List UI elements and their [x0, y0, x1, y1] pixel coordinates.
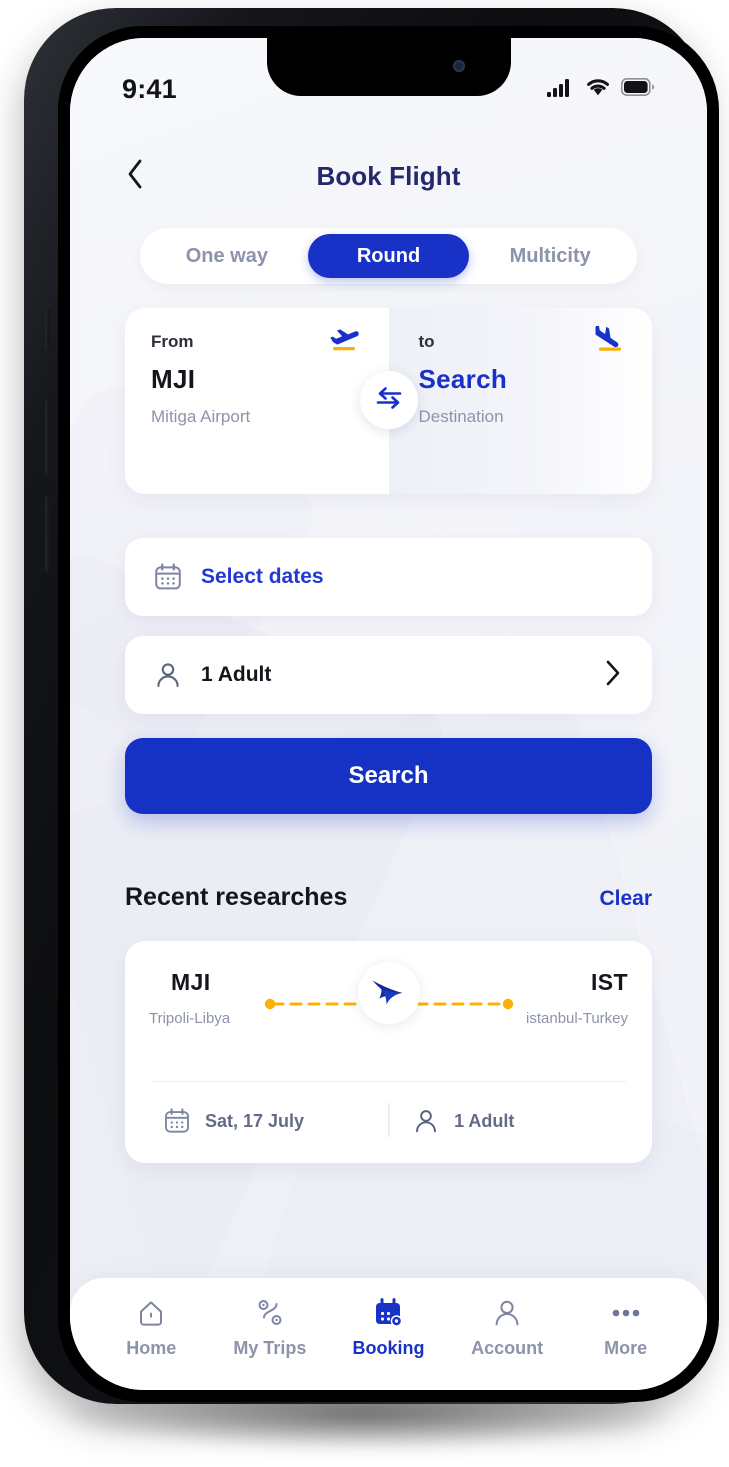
status-icons [547, 77, 655, 102]
recent-passengers-label: 1 Adult [454, 1110, 515, 1131]
search-button-label: Search [348, 762, 429, 789]
meta-separator [388, 1103, 389, 1137]
tab-one-way[interactable]: One way [146, 234, 308, 278]
chevron-left-icon [125, 158, 145, 195]
tab-round[interactable]: Round [307, 234, 470, 278]
swap-airports-button[interactable] [359, 371, 418, 429]
status-time: 9:41 [122, 73, 177, 104]
trip-type-segmented-control: One way Round Multicity [140, 228, 637, 284]
status-bar: 9:41 [70, 66, 707, 112]
silence-switch[interactable] [45, 308, 50, 350]
swap-horizontal-icon [374, 385, 404, 416]
page-title: Book Flight [316, 160, 461, 191]
nav-label-booking: Booking [352, 1338, 425, 1358]
nav-item-more[interactable]: More [572, 1296, 680, 1359]
person-icon [153, 660, 183, 690]
recent-route: MJI Tripoli-Libya IST istanbul-Turkey [125, 941, 652, 1079]
search-button[interactable]: Search [125, 738, 652, 814]
chevron-right-icon[interactable] [602, 658, 624, 693]
nav-label-home: Home [126, 1338, 177, 1358]
destination-panel[interactable]: to Search Destination [388, 308, 652, 494]
calendar-icon [153, 562, 183, 592]
recent-search-item[interactable]: MJI Tripoli-Libya IST istanbul-Turkey Sa… [125, 941, 652, 1163]
main-content: One way Round Multicity From MJI Mitiga … [70, 38, 707, 1390]
nav-label-account: Account [471, 1338, 544, 1358]
select-dates-label: Select dates [201, 565, 324, 588]
recent-date: Sat, 17 July [163, 1107, 304, 1135]
destination-code: Search [418, 364, 508, 394]
recent-card-divider [151, 1081, 626, 1082]
recent-origin-code: MJI [171, 969, 211, 995]
nav-item-my-trips[interactable]: My Trips [216, 1296, 324, 1359]
recent-researches-header: Recent researches Clear [125, 883, 652, 912]
passengers-row[interactable]: 1 Adult [125, 636, 652, 714]
app-header: Book Flight [70, 148, 707, 204]
destination-placeholder: Destination [418, 407, 504, 426]
select-dates-row[interactable]: Select dates [125, 538, 652, 616]
route-selector-card: From MJI Mitiga Airport to Search Destin… [125, 308, 652, 494]
origin-code: MJI [151, 364, 196, 394]
nav-label-more: More [604, 1338, 648, 1358]
nav-label-my-trips: My Trips [233, 1338, 307, 1358]
calendar-icon [163, 1107, 191, 1135]
person-icon [491, 1296, 523, 1330]
person-icon [412, 1107, 440, 1135]
volume-up-button[interactable] [45, 400, 50, 476]
origin-panel[interactable]: From MJI Mitiga Airport [125, 308, 389, 494]
home-icon [135, 1296, 167, 1330]
recent-destination-code: IST [591, 969, 628, 995]
phone-frame: 9:41 Book Flight One way Round Multicity… [24, 8, 719, 1404]
back-button[interactable] [118, 159, 152, 193]
battery-full-icon [621, 77, 655, 101]
recent-card-meta: Sat, 17 July 1 Adult [125, 1091, 652, 1151]
phone-screen: 9:41 Book Flight One way Round Multicity… [70, 38, 707, 1390]
recent-passengers: 1 Adult [412, 1107, 514, 1135]
nav-item-home[interactable]: Home [97, 1296, 205, 1359]
plane-takeoff-icon [327, 326, 367, 354]
volume-down-button[interactable] [45, 496, 50, 572]
wifi-icon [585, 77, 611, 102]
plane-icon [357, 962, 420, 1024]
calendar-booking-icon [371, 1296, 405, 1330]
bottom-navigation-bar: Home My Trips Booking Account More [70, 1278, 707, 1390]
origin-airport-name: Mitiga Airport [151, 407, 251, 426]
plane-landing-icon [590, 324, 630, 354]
recent-researches-title: Recent researches [125, 883, 348, 911]
nav-item-account[interactable]: Account [453, 1296, 561, 1359]
recent-date-label: Sat, 17 July [205, 1110, 305, 1131]
tab-multicity[interactable]: Multicity [469, 234, 631, 278]
clear-recent-button[interactable]: Clear [599, 887, 652, 911]
passengers-label: 1 Adult [201, 663, 272, 686]
signal-bars-icon [547, 77, 575, 102]
nav-item-booking[interactable]: Booking [334, 1296, 442, 1359]
route-icon [254, 1296, 286, 1330]
ellipsis-icon [609, 1296, 643, 1330]
